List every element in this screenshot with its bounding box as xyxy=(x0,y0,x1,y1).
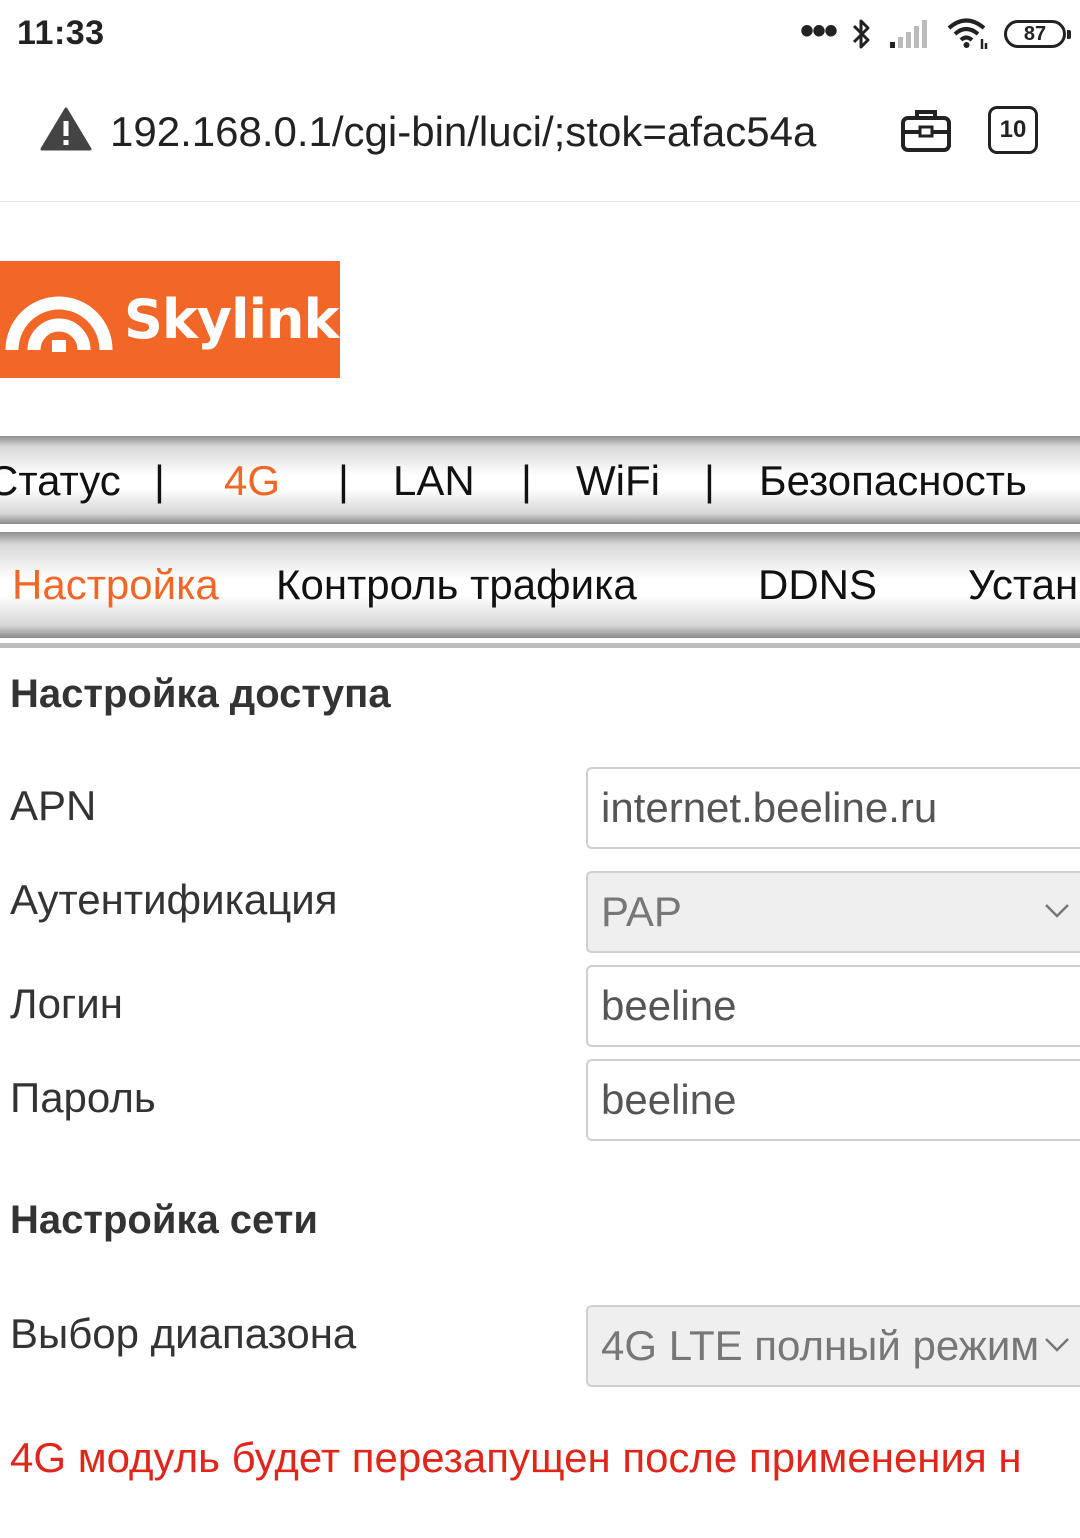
sub-menu: Настройка Контроль трафика DDNS Устан xyxy=(0,532,1080,638)
menu-separator: | xyxy=(338,457,349,504)
chevron-down-icon xyxy=(1040,1337,1070,1353)
bluetooth-icon xyxy=(852,19,870,49)
menu-item-wifi[interactable]: WiFi xyxy=(576,456,660,506)
network-settings-heading: Настройка сети xyxy=(10,1198,318,1242)
menu-divider xyxy=(0,643,1080,648)
more-notifications-icon: ••• xyxy=(799,9,838,53)
wifi-icon xyxy=(947,18,988,49)
menu-separator: | xyxy=(521,457,532,504)
clock: 11:33 xyxy=(17,14,105,52)
battery-indicator: 87 xyxy=(1004,20,1071,48)
password-input[interactable]: beeline xyxy=(586,1059,1080,1141)
menu-item-security[interactable]: Безопасность xyxy=(759,456,1027,506)
apn-label: APN xyxy=(10,782,97,829)
chevron-down-icon xyxy=(1045,904,1069,918)
status-bar: 11:33 ••• 87 xyxy=(0,0,1080,72)
auth-select[interactable]: PAP xyxy=(586,871,1080,953)
skylink-logo: Skylink xyxy=(0,261,340,378)
band-label: Выбор диапазона xyxy=(10,1310,357,1357)
submenu-item-ddns[interactable]: DDNS xyxy=(758,560,877,610)
menu-item-4g[interactable]: 4G xyxy=(224,456,280,506)
warning-icon[interactable] xyxy=(40,106,92,152)
menu-item-lan[interactable]: LAN xyxy=(393,456,475,506)
briefcase-icon[interactable] xyxy=(900,108,952,154)
menu-separator: | xyxy=(704,457,715,504)
band-select-value: 4G LTE полный режим xyxy=(601,1322,1040,1369)
apn-input[interactable]: internet.beeline.ru xyxy=(586,767,1080,849)
browser-address-bar: 192.168.0.1/cgi-bin/luci/;stok=afac54a 1… xyxy=(0,72,1080,202)
url-field[interactable]: 192.168.0.1/cgi-bin/luci/;stok=afac54a xyxy=(110,104,866,160)
access-settings-heading: Настройка доступа xyxy=(10,672,391,716)
login-label: Логин xyxy=(10,980,123,1027)
signal-arc-icon xyxy=(5,296,113,352)
menu-item-status[interactable]: Статус xyxy=(0,456,121,506)
submenu-item-traffic-control[interactable]: Контроль трафика xyxy=(276,560,637,610)
submenu-item-install[interactable]: Устан xyxy=(968,560,1078,610)
menu-separator: | xyxy=(154,457,165,504)
auth-label: Аутентификация xyxy=(10,876,338,923)
main-menu: Статус | 4G | LAN | WiFi | Безопасность xyxy=(0,436,1080,524)
login-input[interactable]: beeline xyxy=(586,965,1080,1047)
cellular-signal-icon xyxy=(890,20,927,48)
restart-notice: 4G модуль будет перезапущен после примен… xyxy=(10,1434,1022,1481)
band-select[interactable]: 4G LTE полный режим xyxy=(586,1305,1080,1387)
submenu-item-settings[interactable]: Настройка xyxy=(12,560,219,610)
tab-switcher-button[interactable]: 10 xyxy=(988,106,1038,154)
auth-select-value: PAP xyxy=(601,888,682,935)
brand-name: Skylink xyxy=(124,288,339,351)
password-label: Пароль xyxy=(10,1074,156,1121)
status-icons: ••• 87 xyxy=(799,9,1071,54)
